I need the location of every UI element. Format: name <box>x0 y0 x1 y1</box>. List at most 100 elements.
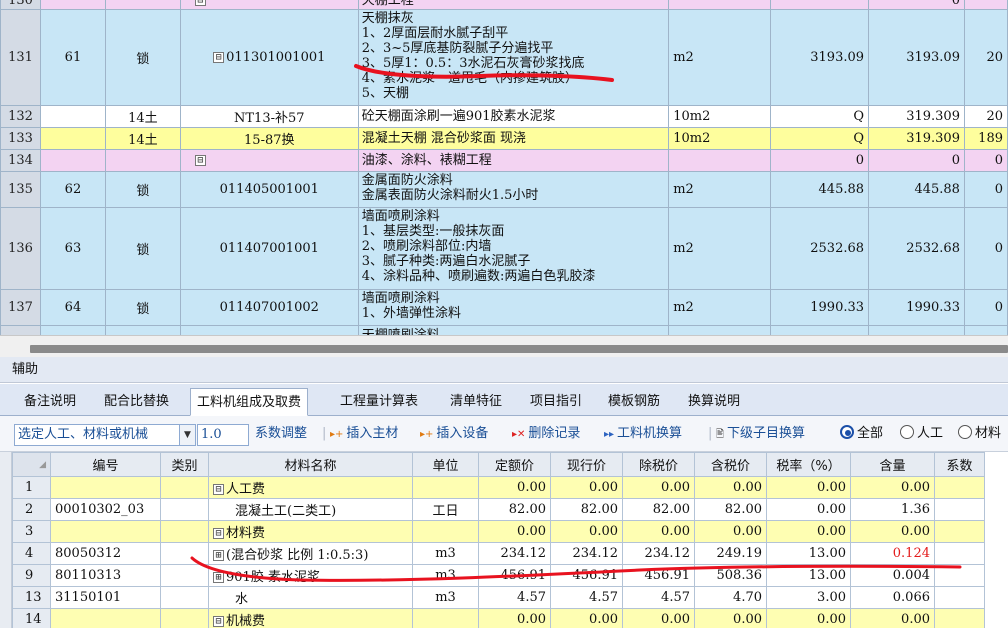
content-quantity[interactable]: 0.00 <box>850 608 935 628</box>
item-type[interactable]: 锁 <box>104 171 181 208</box>
coefficient[interactable] <box>934 608 985 628</box>
tax-included-price[interactable]: 0.00 <box>694 520 767 543</box>
radio-material[interactable]: 材料 <box>958 424 1001 446</box>
tax-included-price[interactable]: 508.36 <box>694 564 767 587</box>
item-quantity[interactable]: 1990.33 <box>770 289 870 326</box>
content-quantity[interactable]: 0.124 <box>850 542 935 565</box>
item-quantity[interactable]: Q <box>770 105 870 128</box>
content-quantity[interactable]: 0.066 <box>850 586 935 609</box>
content-quantity[interactable]: 0.004 <box>850 564 935 587</box>
current-price[interactable]: 456.91 <box>550 564 623 587</box>
resource-code[interactable] <box>50 608 161 628</box>
quota-row[interactable]: 132 14土 NT13-补57 砼天棚面涂刷一遍901胶素水泥浆 10m2 Q 319.3… <box>0 105 1008 128</box>
item-code[interactable]: 011407001002 <box>179 289 359 326</box>
tax-rate[interactable]: 3.00 <box>766 586 851 609</box>
item-unit[interactable]: 10m2 <box>668 105 772 128</box>
content-quantity[interactable]: 0.00 <box>850 476 935 499</box>
tax-rate[interactable]: 0.00 <box>766 476 851 499</box>
quota-row[interactable]: 131 61 锁 ⊟ 011301001001 天棚抹灰 1、2厚面层耐水腻子刮平 2、3~5… <box>0 9 1008 106</box>
quota-row[interactable]: 135 62 锁 011405001001 金属面防火涂料 金属表面防火涂料耐火1.5小时… <box>0 171 1008 208</box>
resource-unit[interactable] <box>412 520 479 543</box>
resource-code[interactable]: 00010302_03 <box>50 498 161 521</box>
coefficient[interactable] <box>934 498 985 521</box>
quota-price[interactable]: 4.57 <box>478 586 551 609</box>
tab-6[interactable]: 模板钢筋 <box>602 388 666 416</box>
item-type[interactable]: 锁 <box>104 289 181 326</box>
item-description[interactable]: 天棚喷刷涂料 <box>357 325 670 335</box>
item-quantity-2[interactable]: 319.309 <box>868 105 965 128</box>
resource-unit[interactable]: m3 <box>412 564 479 587</box>
resource-unit[interactable] <box>412 476 479 499</box>
item-unit[interactable]: m2 <box>668 171 772 208</box>
item-quantity[interactable] <box>770 325 870 335</box>
current-price[interactable]: 4.57 <box>550 586 623 609</box>
sub-item-convert-button[interactable]: 🖹 下级子目换算 <box>716 424 805 446</box>
pre-tax-price[interactable]: 4.57 <box>622 586 695 609</box>
column-header[interactable]: 含量 <box>850 452 935 477</box>
item-quantity-2[interactable]: 319.309 <box>868 127 965 150</box>
item-unit[interactable] <box>668 0 772 10</box>
pre-tax-price[interactable]: 0.00 <box>622 520 695 543</box>
item-code[interactable]: 15-87换 <box>179 127 359 150</box>
pre-tax-price[interactable]: 456.91 <box>622 564 695 587</box>
current-price[interactable]: 0.00 <box>550 476 623 499</box>
item-unit[interactable]: 10m2 <box>668 127 772 150</box>
lmc-row[interactable]: 3 ⊟ 材料费 0.00 0.00 0.00 0.00 0.00 0.00 <box>12 520 985 543</box>
resource-category[interactable] <box>160 520 209 543</box>
collapse-toggle-icon[interactable]: ⊟ <box>213 528 224 539</box>
item-type[interactable] <box>104 325 181 335</box>
radio-labor[interactable]: 人工 <box>900 424 943 446</box>
item-seq[interactable] <box>39 105 106 128</box>
collapse-toggle-icon[interactable]: ⊟ <box>194 155 206 166</box>
coefficient[interactable] <box>934 542 985 565</box>
radio-all[interactable]: 全部 <box>840 424 883 446</box>
column-header[interactable]: 除税价 <box>622 452 695 477</box>
resource-name[interactable]: ⊟ 机械费 <box>208 608 413 628</box>
resource-name[interactable]: 水 <box>208 586 413 609</box>
item-quantity[interactable]: 3193.09 <box>770 9 870 106</box>
item-code[interactable] <box>179 325 359 335</box>
quota-grid[interactable]: 130 ⊟ 天棚工程 0 131 61 锁 ⊟ 011301001001 天棚抹灰 1、2厚面层耐水… <box>0 0 1008 335</box>
item-seq[interactable]: 62 <box>39 171 106 208</box>
item-type[interactable]: 锁 <box>104 207 181 290</box>
item-description[interactable]: 墙面喷刷涂料 1、外墙弹性涂料 <box>357 289 670 326</box>
column-header[interactable]: 税率（%） <box>766 452 851 477</box>
lmc-convert-button[interactable]: ▸▸ 工料机换算 <box>604 424 682 446</box>
resource-category[interactable] <box>160 586 209 609</box>
tax-rate[interactable]: 13.00 <box>766 564 851 587</box>
quota-row[interactable]: 134 ⊟ 油漆、涂料、裱糊工程 0 0 0 <box>0 149 1008 172</box>
column-header[interactable]: 材料名称 <box>208 452 413 477</box>
resource-category[interactable] <box>160 476 209 499</box>
item-unit[interactable]: m2 <box>668 207 772 290</box>
pre-tax-price[interactable]: 234.12 <box>622 542 695 565</box>
collapse-toggle-icon[interactable]: ⊟ <box>213 616 224 627</box>
item-type[interactable] <box>104 149 181 172</box>
coefficient[interactable] <box>934 586 985 609</box>
pre-tax-price[interactable]: 82.00 <box>622 498 695 521</box>
item-code[interactable]: ⊟ <box>179 149 359 172</box>
resource-unit[interactable]: m3 <box>412 586 479 609</box>
item-description[interactable]: 砼天棚面涂刷一遍901胶素水泥浆 <box>357 105 670 128</box>
current-price[interactable]: 0.00 <box>550 608 623 628</box>
column-header[interactable]: 定额价 <box>478 452 551 477</box>
item-quantity-2[interactable]: 0 <box>868 0 965 10</box>
item-unit[interactable] <box>668 325 772 335</box>
item-type[interactable] <box>104 0 181 10</box>
resource-type-select[interactable]: 选定人工、材料或机械 ▼ <box>14 424 196 446</box>
quota-price[interactable]: 82.00 <box>478 498 551 521</box>
tab-7[interactable]: 换算说明 <box>682 388 746 416</box>
item-type[interactable]: 锁 <box>104 9 181 106</box>
content-quantity[interactable]: 0.00 <box>850 520 935 543</box>
lmc-row[interactable]: 13 31150101 水 m3 4.57 4.57 4.57 4.70 3.00 0.066 <box>12 586 985 609</box>
current-price[interactable]: 234.12 <box>550 542 623 565</box>
collapse-toggle-icon[interactable]: ⊟ <box>213 52 225 63</box>
item-quantity-2[interactable]: 445.88 <box>868 171 965 208</box>
column-header[interactable]: 现行价 <box>550 452 623 477</box>
quota-row[interactable]: 133 14土 15-87换 混凝土天棚 混合砂浆面 现浇 10m2 Q 319.309 18… <box>0 127 1008 150</box>
item-description[interactable]: 天棚抹灰 1、2厚面层耐水腻子刮平 2、3~5厚底基防裂腻子分遍找平 3、5厚1：0.… <box>357 9 670 106</box>
quota-price[interactable]: 0.00 <box>478 608 551 628</box>
tab-3[interactable]: 工程量计算表 <box>334 388 424 416</box>
current-price[interactable]: 82.00 <box>550 498 623 521</box>
item-seq[interactable] <box>39 127 106 150</box>
quota-price[interactable]: 456.91 <box>478 564 551 587</box>
